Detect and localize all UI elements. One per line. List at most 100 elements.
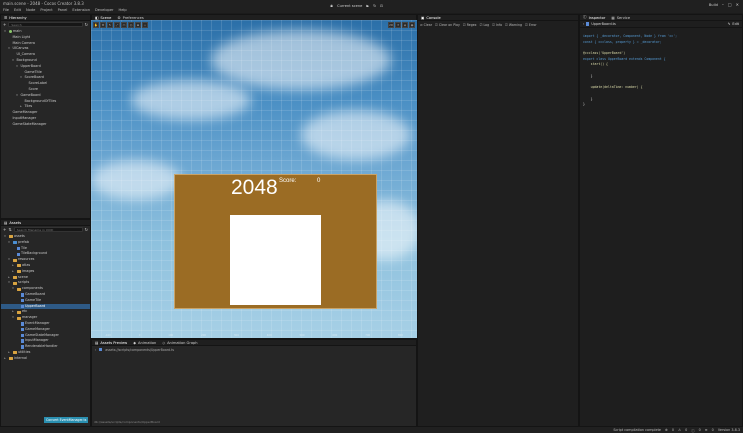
hierarchy-icon: ☰: [4, 15, 8, 20]
assets-tree: ▾ assets ▾ prefab Tile TileBackground ▾ resourc…: [1, 233, 90, 362]
refresh-icon[interactable]: ↻: [85, 22, 88, 27]
info-count-icon[interactable]: ⓘ: [691, 428, 694, 433]
axis-tick-label: 800: [398, 334, 403, 337]
menu-item-file[interactable]: File: [3, 8, 9, 12]
menu-item-node[interactable]: Node: [26, 8, 35, 12]
checkbox-icon[interactable]: ☑: [435, 23, 438, 27]
camera-icon[interactable]: ◉: [409, 22, 415, 28]
menu-item-help[interactable]: Help: [119, 8, 127, 12]
caret-icon[interactable]: ▾: [19, 75, 23, 81]
scale-tool-icon[interactable]: ⤢: [114, 22, 120, 28]
menu-item-extension[interactable]: Extension: [72, 8, 90, 12]
console-option-info[interactable]: ☑ Info: [492, 23, 502, 27]
build-button[interactable]: Build: [709, 3, 718, 7]
tab-scene[interactable]: ◧ Scene: [95, 16, 111, 20]
light-icon[interactable]: ☀: [395, 22, 401, 28]
checkbox-icon[interactable]: ☑: [525, 23, 528, 27]
console-option-regex[interactable]: ☑ Regex: [463, 23, 477, 27]
local-icon[interactable]: ⊞: [135, 22, 141, 28]
scene-tab-icon: ◧: [95, 15, 99, 20]
hierarchy-search-input[interactable]: Search: [8, 22, 83, 27]
assets-search-input[interactable]: Search filename in UUID: [13, 227, 83, 232]
chevron-left-icon[interactable]: ‹: [583, 22, 584, 26]
log-count-icon[interactable]: ≡: [705, 428, 708, 432]
warning-count-icon[interactable]: ⚠: [678, 428, 681, 432]
tab-service[interactable]: ▦ Service: [611, 16, 630, 20]
checkbox-icon[interactable]: ☑: [463, 23, 466, 27]
node-label: internal: [14, 355, 28, 360]
console-panel: ▣ Console ⊘ Clear ☑ Clear on Play ☑ Regex ☑ Log ☑…: [417, 14, 579, 427]
menu-item-edit[interactable]: Edit: [14, 8, 21, 12]
edit-button[interactable]: Edit: [732, 22, 739, 26]
tab-hierarchy[interactable]: ☰ Hierarchy: [4, 16, 27, 20]
folder-icon: [16, 316, 21, 320]
folder-icon: [12, 241, 17, 245]
asset-item[interactable]: ▸ internal: [1, 356, 90, 362]
game-board-tile[interactable]: [230, 215, 321, 305]
tab-assets-preview[interactable]: ▤ Assets Preview: [95, 341, 127, 345]
console-option-log[interactable]: ☑ Log: [480, 23, 490, 27]
console-option-error[interactable]: ☑ Error: [525, 23, 537, 27]
axis-tick-label: 400: [266, 334, 272, 337]
folder-icon: [12, 275, 17, 279]
snap-icon[interactable]: ⊹: [142, 22, 148, 28]
tab-animation-graph[interactable]: ◇ Animation Graph: [162, 341, 197, 345]
caret-icon[interactable]: ▾: [11, 315, 15, 321]
menu-item-project[interactable]: Project: [40, 8, 52, 12]
chevron-left-icon[interactable]: ‹: [95, 348, 96, 352]
tab-preferences[interactable]: ⚙ Preferences: [117, 16, 143, 20]
tab-console[interactable]: ▣ Console: [421, 16, 441, 20]
rotate-tool-icon[interactable]: ↻: [107, 22, 113, 28]
window-title: main.scene - 2048 - Cocos Creator 3.8.3: [3, 1, 84, 6]
caret-icon[interactable]: ▾: [11, 286, 15, 292]
bottom-panel: ▤ Assets Preview ◆ Animation ◇ Animation Gr…: [91, 339, 417, 427]
caret-icon[interactable]: ▾: [7, 240, 11, 246]
caret-icon[interactable]: ▾: [15, 64, 19, 70]
edit-icon[interactable]: ✎: [728, 22, 731, 26]
caret-icon[interactable]: ▸: [7, 350, 11, 356]
inspector-header: ‹ UpperBoard.ts ✎ Edit: [580, 21, 742, 28]
info-icon: ⓘ: [583, 15, 587, 19]
rect-tool-icon[interactable]: ▭: [121, 22, 127, 28]
animation-label: Animation: [138, 340, 157, 345]
console-option-warning[interactable]: ☑ Warning: [505, 23, 522, 27]
2d-view-icon[interactable]: 2D: [388, 22, 394, 28]
sort-icon[interactable]: ⇅: [8, 227, 11, 232]
error-count-icon[interactable]: ⊗: [665, 428, 668, 432]
game-title: 2048: [231, 176, 278, 199]
tab-animation[interactable]: ◆ Animation: [133, 341, 156, 345]
gizmo-icon[interactable]: ◈: [402, 22, 408, 28]
add-node-icon[interactable]: +: [3, 22, 6, 27]
code-preview: import { _decorator, Component, Node } f…: [580, 28, 742, 114]
menu-item-developer[interactable]: Developer: [95, 8, 113, 12]
assets-preview-label: Assets Preview: [100, 340, 128, 345]
caret-icon[interactable]: ▾: [7, 46, 11, 52]
menu-bar: File Edit Node Project Panel Extension Develop…: [0, 7, 743, 13]
pivot-icon[interactable]: ◎: [128, 22, 134, 28]
inspector-panel: ⓘ Inspector ▦ Service ‹ UpperBoard.ts ✎ Edit…: [579, 14, 743, 427]
caret-icon[interactable]: ▾: [15, 93, 19, 99]
caret-icon[interactable]: ▸: [11, 269, 15, 275]
checkbox-icon[interactable]: ☑: [480, 23, 483, 27]
scene-viewport[interactable]: ✋ ✥ ↻ ⤢ ▭ ◎ ⊞ ⊹ 2D ☀ ◈ ◉ 2048 Score: 0 -…: [91, 20, 417, 338]
caret-icon[interactable]: ▸: [3, 356, 7, 362]
tab-assets[interactable]: ▤ Assets: [4, 221, 21, 225]
inspector-file-title: UpperBoard.ts: [591, 22, 616, 26]
checkbox-icon[interactable]: ☑: [505, 23, 508, 27]
checkbox-icon[interactable]: ☑: [492, 23, 495, 27]
clear-icon[interactable]: ⊘: [420, 23, 423, 27]
caret-icon[interactable]: ▾: [3, 29, 7, 35]
axis-tick-label: 300: [233, 334, 239, 337]
tab-inspector[interactable]: ⓘ Inspector: [583, 15, 605, 20]
hierarchy-node[interactable]: GameStateManager: [1, 122, 90, 128]
move-tool-icon[interactable]: ✥: [100, 22, 106, 28]
console-toolbar: ⊘ Clear ☑ Clear on Play ☑ Regex ☑ Log ☑ Info ☑ Warn…: [418, 21, 578, 28]
menu-item-panel[interactable]: Panel: [58, 8, 68, 12]
console-option-clear-on-play[interactable]: ☑ Clear on Play: [435, 23, 460, 27]
upper-board[interactable]: 2048 Score: 0: [174, 174, 377, 309]
add-asset-icon[interactable]: +: [3, 227, 6, 232]
console-option-clear[interactable]: ⊘ Clear: [420, 23, 432, 27]
hand-tool-icon[interactable]: ✋: [93, 22, 99, 28]
refresh-icon[interactable]: ↻: [85, 227, 88, 232]
hierarchy-panel: ☰ Hierarchy + Search ↻ ▾ main Main Light Mai…: [0, 14, 91, 219]
